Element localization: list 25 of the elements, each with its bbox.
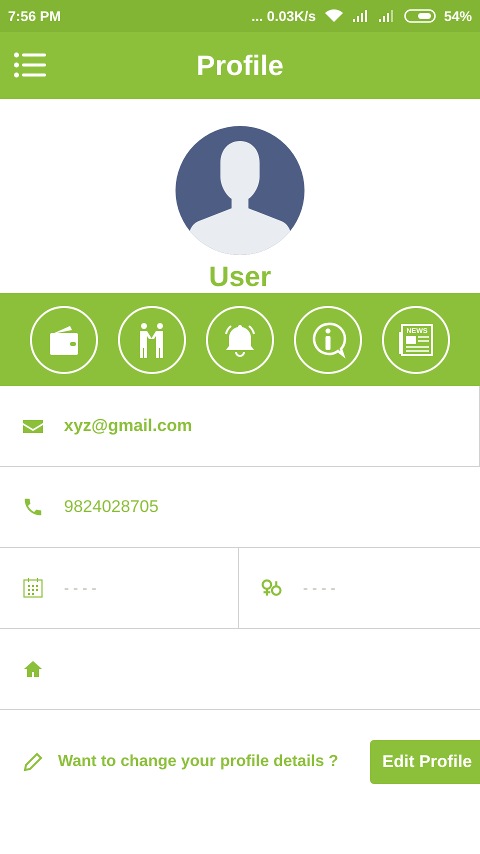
menu-icon[interactable] [14, 52, 46, 78]
shortcut-button[interactable] [118, 306, 186, 374]
signal-icon [352, 10, 370, 22]
screen-title: Profile [196, 50, 284, 82]
wifi-icon [324, 9, 344, 23]
network-speed: ... 0.03K/s [251, 8, 316, 24]
edit-prompt: Want to change your profile details ? [58, 753, 338, 771]
signal-icon [378, 10, 396, 22]
battery-percent: 54% [444, 8, 472, 24]
home-icon [22, 658, 44, 680]
gender-icon [261, 577, 283, 599]
user-name: User [208, 261, 272, 293]
shortcut-button[interactable] [206, 306, 274, 374]
calendar-icon [22, 577, 44, 599]
edit-profile-button[interactable]: Edit Profile [370, 740, 480, 784]
shortcut-button[interactable] [294, 306, 362, 374]
field-value: - - - - [303, 580, 336, 596]
field-value: 9824028705 [64, 497, 159, 517]
time: 7:56 PM [8, 8, 61, 24]
phone-icon [22, 496, 44, 518]
shortcut-button[interactable] [30, 306, 98, 374]
field-value: xyz@gmail.com [64, 416, 192, 436]
pencil-icon [22, 751, 44, 773]
field-value: - - - - [64, 580, 96, 596]
battery-icon [404, 9, 436, 23]
